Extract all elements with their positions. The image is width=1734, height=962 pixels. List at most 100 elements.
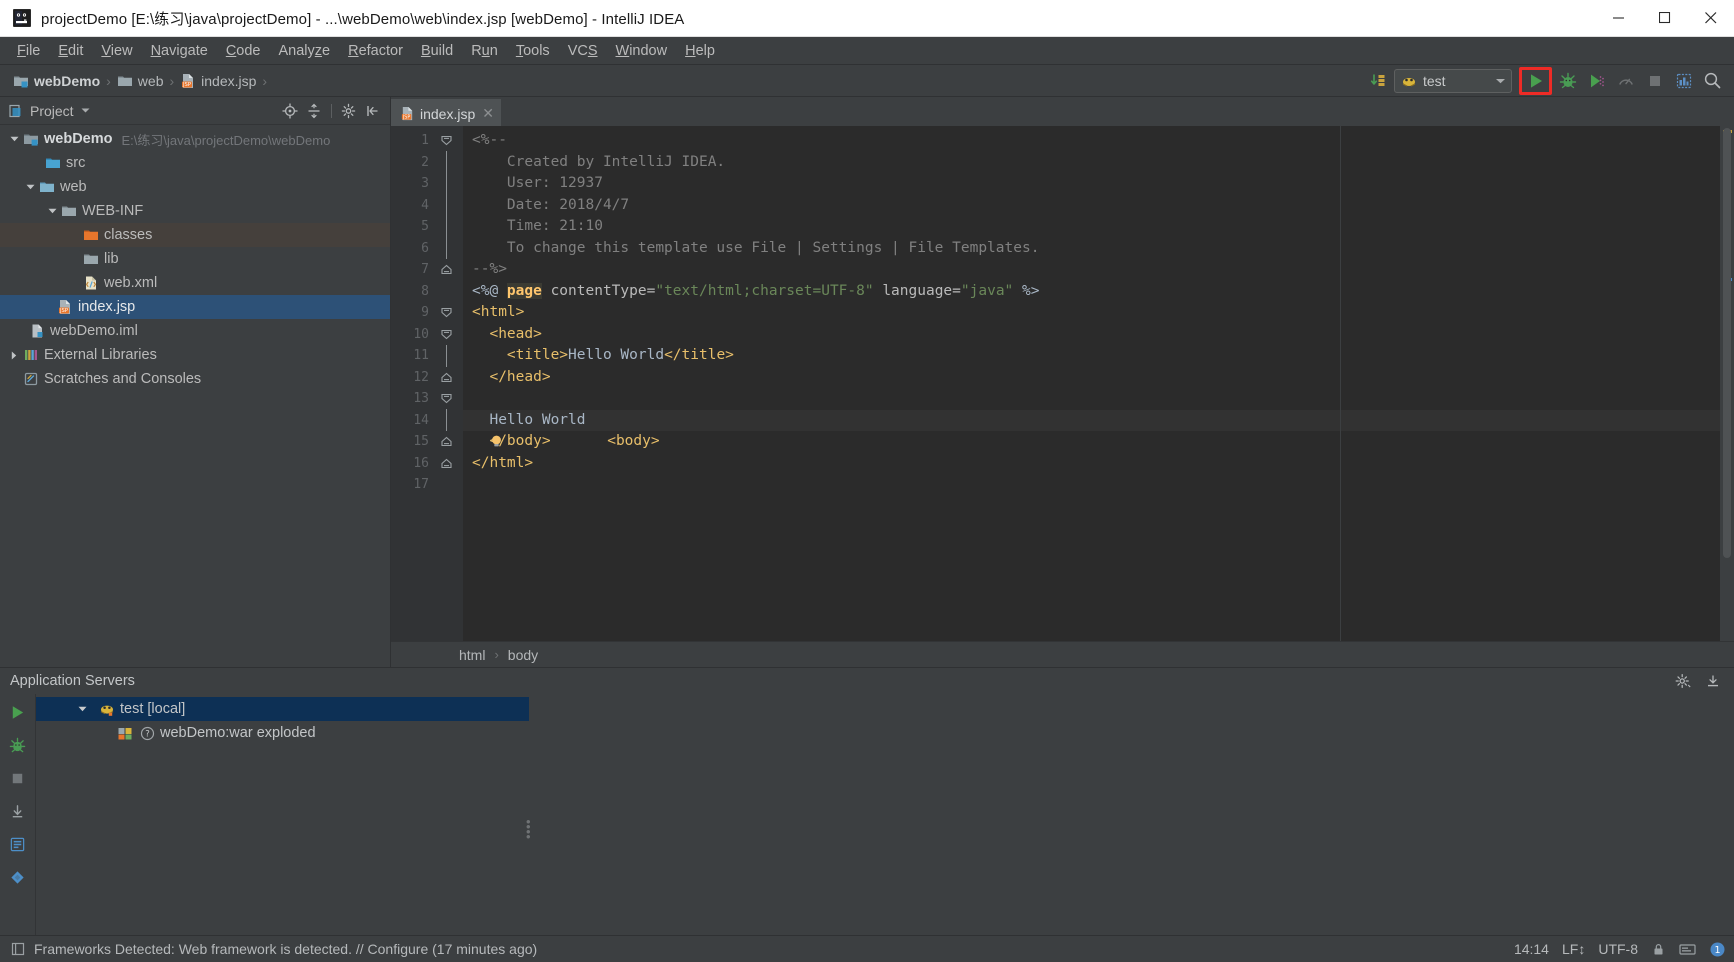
collapse-all-icon[interactable] (303, 100, 325, 122)
chevron-down-icon[interactable] (81, 107, 90, 114)
chevron-down-icon[interactable] (78, 705, 87, 713)
tree-item-webxml[interactable]: web.xml (0, 271, 390, 295)
scrollbar-thumb[interactable] (1723, 128, 1731, 558)
code-token: Hello World (568, 347, 665, 363)
fold-marker-open-icon[interactable] (435, 329, 457, 340)
hide-icon[interactable] (1700, 668, 1726, 694)
tree-item-scratches[interactable]: Scratches and Consoles (0, 367, 390, 391)
code-editor[interactable]: 1 2 3 4 5 6 7 8 9 10 11 12 13 14 15 16 1… (391, 126, 1734, 641)
fold-marker-end-icon[interactable] (435, 436, 457, 447)
tree-item-webdemo-iml[interactable]: webDemo.iml (0, 319, 390, 343)
close-icon[interactable]: ✕ (482, 105, 494, 122)
maximize-button[interactable] (1642, 0, 1688, 37)
menu-view[interactable]: View (92, 40, 141, 62)
run-with-coverage-button[interactable] (1583, 68, 1610, 94)
menu-navigate[interactable]: Navigate (142, 40, 217, 62)
vcs-icon[interactable] (1679, 942, 1696, 957)
debug-button[interactable] (1554, 68, 1581, 94)
close-button[interactable] (1688, 0, 1734, 37)
menu-analyze[interactable]: Analyze (270, 40, 340, 62)
chevron-down-icon[interactable] (44, 203, 60, 219)
gear-icon[interactable] (338, 100, 360, 122)
help-button[interactable] (5, 864, 31, 890)
tree-item-web-inf[interactable]: WEB-INF (0, 199, 390, 223)
stop-button[interactable] (5, 765, 31, 791)
run-icon (9, 704, 26, 721)
fold-marker-open-icon[interactable] (435, 393, 457, 404)
code-text[interactable]: <%-- Created by IntelliJ IDEA. User: 129… (463, 126, 1720, 641)
run-configuration-selector[interactable]: test (1394, 68, 1512, 93)
tree-item-label: classes (104, 227, 153, 243)
fold-marker-end-icon[interactable] (435, 458, 457, 469)
splitter-handle[interactable]: • • • • (526, 815, 531, 843)
project-tree[interactable]: webDemo E:\练习\java\projectDemo\webDemo s… (0, 125, 390, 667)
fold-marker-open-icon[interactable] (435, 307, 457, 318)
code-line-1: <%-- (463, 130, 1720, 152)
menu-vcs[interactable]: VCS (559, 40, 607, 62)
menu-window[interactable]: Window (607, 40, 677, 62)
server-node-test-local[interactable]: test [local] (36, 697, 529, 721)
tree-item-classes[interactable]: classes (0, 223, 390, 247)
locate-icon[interactable] (279, 100, 301, 122)
rerun-button[interactable] (5, 699, 31, 725)
servers-tree[interactable]: test [local] ? webDemo:war exploded • • … (36, 694, 1734, 935)
intention-bulb-icon[interactable] (489, 391, 611, 492)
main-toolbar: test (1365, 66, 1726, 95)
menu-refactor[interactable]: Refactor (339, 40, 412, 62)
fold-marker-open-icon[interactable] (435, 135, 457, 146)
layout-button[interactable] (1670, 68, 1697, 94)
menu-code[interactable]: Code (217, 40, 270, 62)
menu-bar: File Edit View Navigate Code Analyze Ref… (0, 37, 1734, 65)
fold-marker-end-icon[interactable] (435, 372, 457, 383)
fold-marker-end-icon[interactable] (435, 264, 457, 275)
window-title: projectDemo [E:\练习\java\projectDemo] - .… (41, 10, 685, 28)
run-button[interactable] (1519, 66, 1552, 95)
notification-icon[interactable]: 1 (1709, 941, 1726, 958)
gutter-line: 17 (391, 474, 463, 496)
search-button[interactable] (1699, 68, 1726, 94)
status-message[interactable]: Frameworks Detected: Web framework is de… (34, 941, 537, 957)
deploy-button[interactable] (5, 798, 31, 824)
edit-configuration-button[interactable] (5, 831, 31, 857)
status-encoding[interactable]: UTF-8 (1598, 941, 1638, 957)
editor-gutter[interactable]: 1 2 3 4 5 6 7 8 9 10 11 12 13 14 15 16 1… (391, 126, 463, 641)
breadcrumb-item-indexjsp[interactable]: JSP index.jsp (177, 72, 259, 90)
breadcrumb-item-web[interactable]: web (114, 72, 167, 90)
editor-scrollbar[interactable] (1720, 126, 1734, 641)
menu-help[interactable]: Help (676, 40, 724, 62)
chevron-down-icon[interactable] (22, 179, 38, 195)
fold-line (435, 237, 457, 260)
status-bar-right: 14:14 LF↕ UTF-8 1 (1514, 941, 1726, 958)
breadcrumb-body[interactable]: body (506, 647, 540, 663)
breadcrumb-item-webdemo[interactable]: webDemo (10, 72, 103, 90)
breadcrumb-html[interactable]: html (457, 647, 487, 663)
chevron-down-icon[interactable] (1481, 77, 1506, 85)
chevron-right-icon[interactable] (6, 347, 22, 363)
lock-icon[interactable] (1651, 942, 1666, 957)
menu-tools[interactable]: Tools (507, 40, 559, 62)
gear-icon[interactable] (1670, 668, 1696, 694)
update-project-icon[interactable] (1365, 68, 1392, 94)
debug-button[interactable] (5, 732, 31, 758)
status-line-separator[interactable]: LF↕ (1562, 941, 1585, 957)
tree-item-src[interactable]: src (0, 151, 390, 175)
profile-button[interactable] (1612, 68, 1639, 94)
tree-item-webdemo[interactable]: webDemo E:\练习\java\projectDemo\webDemo (0, 127, 390, 151)
tree-item-lib[interactable]: lib (0, 247, 390, 271)
menu-run[interactable]: Run (462, 40, 507, 62)
menu-file[interactable]: File (8, 40, 49, 62)
tree-item-indexjsp[interactable]: JSP index.jsp (0, 295, 390, 319)
minimize-button[interactable] (1596, 0, 1642, 37)
gutter-line: 16 (391, 453, 463, 475)
menu-edit[interactable]: Edit (49, 40, 92, 62)
chevron-down-icon[interactable] (6, 131, 22, 147)
toggle-toolbar-icon[interactable] (10, 941, 26, 957)
tree-item-web[interactable]: web (0, 175, 390, 199)
editor-tab-indexjsp[interactable]: JSP index.jsp ✕ (391, 99, 501, 128)
server-node-artifact[interactable]: ? webDemo:war exploded (36, 721, 1734, 745)
stop-button[interactable] (1641, 68, 1668, 94)
module-folder-icon (13, 73, 29, 89)
hide-icon[interactable] (362, 100, 384, 122)
tree-item-external-libraries[interactable]: External Libraries (0, 343, 390, 367)
menu-build[interactable]: Build (412, 40, 462, 62)
